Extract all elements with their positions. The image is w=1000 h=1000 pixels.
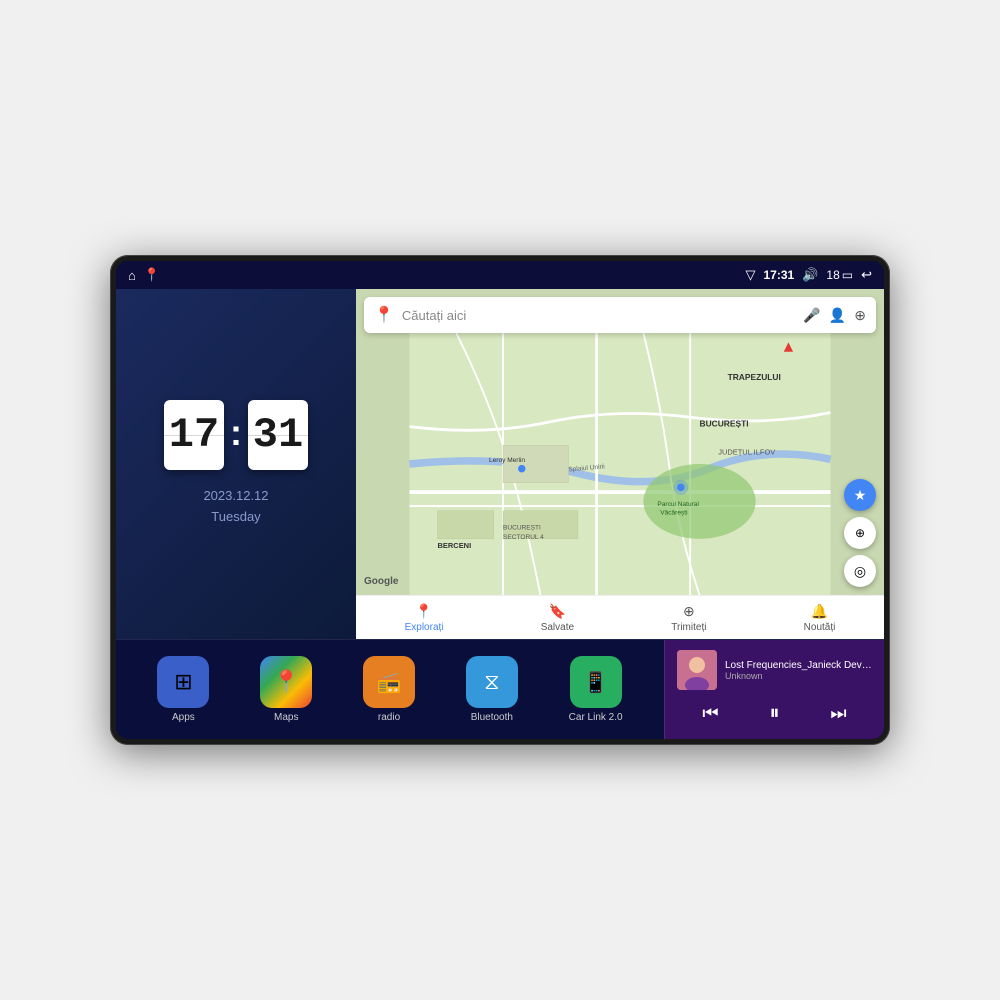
prev-button[interactable]: ⏮ [694,699,726,728]
news-label: Noutăți [804,622,836,633]
saved-label: Salvate [541,622,574,633]
map-svg: TRAPEZULUI BUCUREȘTI JUDEȚUL ILFOV BERCE… [356,333,884,595]
send-label: Trimiteți [671,622,706,633]
apps-icon-wrapper: ⊞ [157,656,209,708]
map-panel[interactable]: 📍 Căutați aici 🎤 👤 ⊕ [356,289,884,639]
clock-panel: 17 : 31 2023.12.12 Tuesday [116,289,356,639]
account-icon[interactable]: 👤 [829,307,846,324]
map-bottom-nav: 📍 Explorați 🔖 Salvate ⊕ Trimiteți 🔔 [356,595,884,639]
map-search-bar[interactable]: 📍 Căutați aici 🎤 👤 ⊕ [364,297,876,333]
map-location-button[interactable]: ◎ [844,555,876,587]
app-icon-maps[interactable]: 📍 Maps [260,656,312,723]
battery-indicator: 18 ▭ [826,268,853,282]
map-search-placeholder[interactable]: Căutați aici [402,308,795,323]
signal-icon: ▽ [746,267,756,283]
play-pause-button[interactable]: ⏸ [761,698,787,729]
clock-colon: : [230,412,242,454]
layers-icon[interactable]: ⊕ [854,307,866,324]
bottom-section: ⊞ Apps 📍 Maps 📻 radio [116,639,884,739]
music-panel: Lost Frequencies_Janieck Devy-... Unknow… [664,640,884,739]
svg-text:Văcărești: Văcărești [660,510,688,517]
top-section: 17 : 31 2023.12.12 Tuesday 📍 Căutați aic… [116,289,884,639]
svg-text:JUDEȚUL ILFOV: JUDEȚUL ILFOV [718,448,775,457]
maps-icon: 📍 [273,669,300,695]
device: ⌂ 📍 ▽ 17:31 🔊 18 ▭ ↩ 17 [110,255,890,745]
carlink-icon-wrapper: 📱 [570,656,622,708]
map-pin-icon[interactable]: 📍 [144,267,160,283]
battery-icon: ▭ [842,268,853,282]
clock-date-value: 2023.12.12 [203,486,268,507]
main-content: 17 : 31 2023.12.12 Tuesday 📍 Căutați aic… [116,289,884,739]
map-star-button[interactable]: ★ [844,479,876,511]
map-content: TRAPEZULUI BUCUREȘTI JUDEȚUL ILFOV BERCE… [356,333,884,595]
svg-text:BUCUREȘTI: BUCUREȘTI [503,525,541,532]
carlink-label: Car Link 2.0 [569,712,623,723]
status-left-icons: ⌂ 📍 [128,267,160,283]
map-nav-news[interactable]: 🔔 Noutăți [804,603,836,633]
apps-label: Apps [172,712,195,723]
music-title: Lost Frequencies_Janieck Devy-... [725,660,872,671]
map-compass-button[interactable]: ⊕ [844,517,876,549]
volume-icon: 🔊 [802,267,818,283]
carlink-icon: 📱 [583,670,608,695]
map-nav-saved[interactable]: 🔖 Salvate [541,603,574,633]
maps-label: Maps [274,712,298,723]
map-search-icons: 🎤 👤 ⊕ [803,307,866,324]
explore-icon: 📍 [415,603,432,620]
bluetooth-label: Bluetooth [471,712,513,723]
svg-text:BUCUREȘTI: BUCUREȘTI [700,419,749,429]
status-bar: ⌂ 📍 ▽ 17:31 🔊 18 ▭ ↩ [116,261,884,289]
back-icon[interactable]: ↩ [861,267,872,283]
home-icon[interactable]: ⌂ [128,268,136,283]
map-search-pin-icon: 📍 [374,305,394,325]
bluetooth-icon-wrapper: ⧖ [466,656,518,708]
next-button[interactable]: ⏭ [822,699,854,728]
app-icon-apps[interactable]: ⊞ Apps [157,656,209,723]
app-icon-radio[interactable]: 📻 radio [363,656,415,723]
music-info: Lost Frequencies_Janieck Devy-... Unknow… [677,650,872,690]
google-logo: Google [364,576,398,587]
screen: ⌂ 📍 ▽ 17:31 🔊 18 ▭ ↩ 17 [116,261,884,739]
music-text: Lost Frequencies_Janieck Devy-... Unknow… [725,660,872,681]
clock-minute: 31 [248,400,308,470]
svg-text:Leroy Merlin: Leroy Merlin [489,457,525,464]
clock-hour: 17 [164,400,224,470]
status-time: 17:31 [764,268,795,282]
app-icons-area: ⊞ Apps 📍 Maps 📻 radio [116,656,664,723]
svg-text:Parcul Natural: Parcul Natural [657,501,699,508]
map-nav-send[interactable]: ⊕ Trimiteți [671,603,706,633]
music-controls: ⏮ ⏸ ⏭ [677,698,872,729]
status-right-icons: ▽ 17:31 🔊 18 ▭ ↩ [746,267,873,283]
flip-clock: 17 : 31 [164,400,308,470]
battery-value: 18 [826,268,839,282]
news-icon: 🔔 [811,603,828,620]
svg-text:SECTORUL 4: SECTORUL 4 [503,534,544,541]
saved-icon: 🔖 [549,603,566,620]
clock-day: Tuesday [203,507,268,528]
bluetooth-icon: ⧖ [484,669,499,695]
radio-label: radio [378,712,400,723]
svg-text:BERCENI: BERCENI [438,541,472,550]
radio-icon: 📻 [377,670,402,695]
music-artist: Unknown [725,671,872,681]
mic-icon[interactable]: 🎤 [803,307,820,324]
send-icon: ⊕ [683,603,695,620]
music-thumbnail [677,650,717,690]
app-icon-bluetooth[interactable]: ⧖ Bluetooth [466,656,518,723]
svg-text:TRAPEZULUI: TRAPEZULUI [728,372,781,382]
explore-label: Explorați [405,622,444,633]
radio-icon-wrapper: 📻 [363,656,415,708]
maps-icon-wrapper: 📍 [260,656,312,708]
apps-icon: ⊞ [174,669,192,695]
clock-date: 2023.12.12 Tuesday [203,486,268,528]
map-nav-explore[interactable]: 📍 Explorați [405,603,444,633]
app-icon-carlink[interactable]: 📱 Car Link 2.0 [569,656,623,723]
